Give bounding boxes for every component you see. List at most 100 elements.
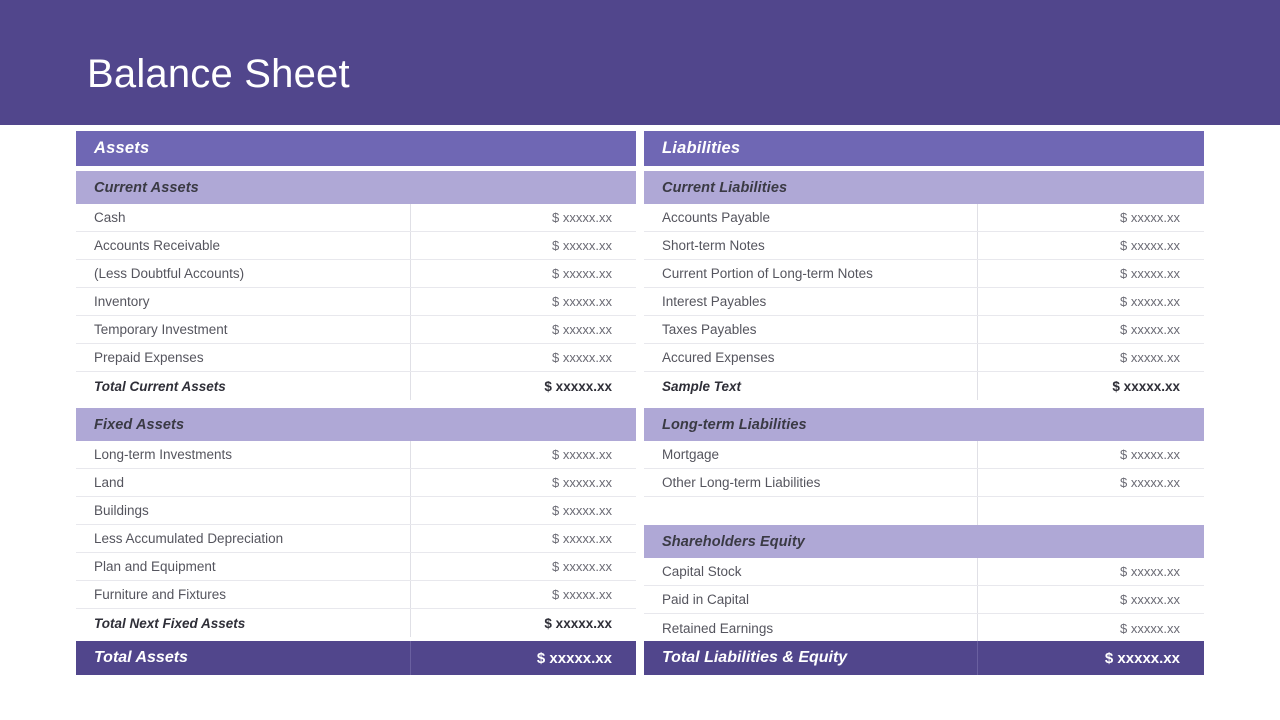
table-row: Capital Stock $ xxxxx.xx [644,558,1204,586]
page-title: Balance Sheet [87,52,350,96]
table-row: Prepaid Expenses $ xxxxx.xx [76,344,636,372]
section-label-liabilities: Liabilities [662,139,741,157]
row-amount: $ xxxxx.xx [1112,378,1180,394]
row-label: Buildings [76,497,411,524]
row-label: Sample Text [644,372,978,400]
table-row-total-current-assets: Total Current Assets $ xxxxx.xx [76,372,636,400]
subsection-label-long-term-liabilities: Long-term Liabilities [662,416,807,433]
row-amount: $ xxxxx.xx [552,322,612,337]
row-amount: $ xxxxx.xx [1120,564,1180,579]
row-label: Long-term Investments [76,441,411,468]
title-band: Balance Sheet [0,0,1280,125]
row-amount: $ xxxxx.xx [552,266,612,281]
table-row: Accounts Receivable $ xxxxx.xx [76,232,636,260]
row-amount: $ xxxxx.xx [1120,322,1180,337]
assets-panel: Assets Current Assets Cash $ xxxxx.xx Ac… [76,131,636,677]
row-amount: $ xxxxx.xx [552,447,612,462]
table-row: Land $ xxxxx.xx [76,469,636,497]
row-label: Capital Stock [644,558,978,585]
table-row: Short-term Notes $ xxxxx.xx [644,232,1204,260]
row-amount: $ xxxxx.xx [1120,210,1180,225]
row-label: Short-term Notes [644,232,978,259]
row-label: Less Accumulated Depreciation [76,525,411,552]
row-label: Plan and Equipment [76,553,411,580]
row-amount: $ xxxxx.xx [552,350,612,365]
row-label: Land [76,469,411,496]
total-assets-bar: Total Assets $ xxxxx.xx [76,641,636,675]
row-amount: $ xxxxx.xx [544,378,612,394]
table-row: Interest Payables $ xxxxx.xx [644,288,1204,316]
row-label: Interest Payables [644,288,978,315]
row-label: Inventory [76,288,411,315]
subsection-header-current-assets: Current Assets [76,171,636,204]
table-row: Other Long-term Liabilities $ xxxxx.xx [644,469,1204,497]
current-liabilities-rows: Accounts Payable $ xxxxx.xx Short-term N… [644,204,1204,400]
row-label: Prepaid Expenses [76,344,411,371]
row-label: Mortgage [644,441,978,468]
row-amount [978,497,1204,525]
table-row: Accured Expenses $ xxxxx.xx [644,344,1204,372]
subsection-label-fixed-assets: Fixed Assets [94,416,185,433]
table-row: (Less Doubtful Accounts) $ xxxxx.xx [76,260,636,288]
row-label: Total Next Fixed Assets [76,609,411,637]
table-row: Inventory $ xxxxx.xx [76,288,636,316]
table-row: Plan and Equipment $ xxxxx.xx [76,553,636,581]
table-row: Current Portion of Long-term Notes $ xxx… [644,260,1204,288]
table-row-total-fixed-assets: Total Next Fixed Assets $ xxxxx.xx [76,609,636,637]
subsection-header-shareholders-equity: Shareholders Equity [644,525,1204,558]
total-assets-label: Total Assets [76,641,411,675]
shareholders-equity-rows: Capital Stock $ xxxxx.xx Paid in Capital… [644,558,1204,642]
subsection-label-current-assets: Current Assets [94,179,199,196]
total-liabilities-equity-bar: Total Liabilities & Equity $ xxxxx.xx [644,641,1204,675]
balance-sheet-body: Assets Current Assets Cash $ xxxxx.xx Ac… [76,131,1204,677]
row-amount: $ xxxxx.xx [1120,475,1180,490]
row-amount: $ xxxxx.xx [1120,350,1180,365]
total-liabilities-equity-label: Total Liabilities & Equity [644,641,978,675]
subsection-label-current-liabilities: Current Liabilities [662,179,788,196]
row-amount: $ xxxxx.xx [1120,447,1180,462]
row-label: Current Portion of Long-term Notes [644,260,978,287]
table-row: Paid in Capital $ xxxxx.xx [644,586,1204,614]
row-amount: $ xxxxx.xx [1120,294,1180,309]
row-amount: $ xxxxx.xx [552,238,612,253]
table-row-total-current-liabilities: Sample Text $ xxxxx.xx [644,372,1204,400]
table-row: Long-term Investments $ xxxxx.xx [76,441,636,469]
row-amount: $ xxxxx.xx [552,210,612,225]
table-row: Furniture and Fixtures $ xxxxx.xx [76,581,636,609]
row-label: Other Long-term Liabilities [644,469,978,496]
liabilities-panel: Liabilities Current Liabilities Accounts… [644,131,1204,677]
row-label: Temporary Investment [76,316,411,343]
subsection-label-shareholders-equity: Shareholders Equity [662,533,805,550]
section-label-assets: Assets [94,139,150,157]
row-label: Furniture and Fixtures [76,581,411,608]
grand-total-bars: Total Assets $ xxxxx.xx Total Liabilitie… [76,641,1204,675]
row-label: Cash [76,204,411,231]
section-header-liabilities: Liabilities [644,131,1204,166]
table-row-empty [644,497,1204,525]
row-amount: $ xxxxx.xx [1120,620,1180,636]
row-amount: $ xxxxx.xx [552,475,612,490]
table-row: Buildings $ xxxxx.xx [76,497,636,525]
section-header-assets: Assets [76,131,636,166]
table-row: Accounts Payable $ xxxxx.xx [644,204,1204,232]
row-label: Taxes Payables [644,316,978,343]
row-amount: $ xxxxx.xx [1120,266,1180,281]
row-amount: $ xxxxx.xx [544,615,612,631]
row-amount: $ xxxxx.xx [1120,238,1180,253]
current-assets-rows: Cash $ xxxxx.xx Accounts Receivable $ xx… [76,204,636,400]
row-amount: $ xxxxx.xx [552,587,612,602]
row-label: Accounts Receivable [76,232,411,259]
row-label: (Less Doubtful Accounts) [76,260,411,287]
row-label: Accounts Payable [644,204,978,231]
subsection-header-long-term-liabilities: Long-term Liabilities [644,408,1204,441]
row-label: Total Current Assets [76,372,411,400]
row-amount: $ xxxxx.xx [552,294,612,309]
row-label: Retained Earnings [644,614,978,642]
table-row: Cash $ xxxxx.xx [76,204,636,232]
total-assets-amount: $ xxxxx.xx [536,649,612,667]
subsection-header-fixed-assets: Fixed Assets [76,408,636,441]
table-row: Less Accumulated Depreciation $ xxxxx.xx [76,525,636,553]
row-amount: $ xxxxx.xx [552,503,612,518]
row-label: Accured Expenses [644,344,978,371]
long-term-liabilities-rows: Mortgage $ xxxxx.xx Other Long-term Liab… [644,441,1204,525]
